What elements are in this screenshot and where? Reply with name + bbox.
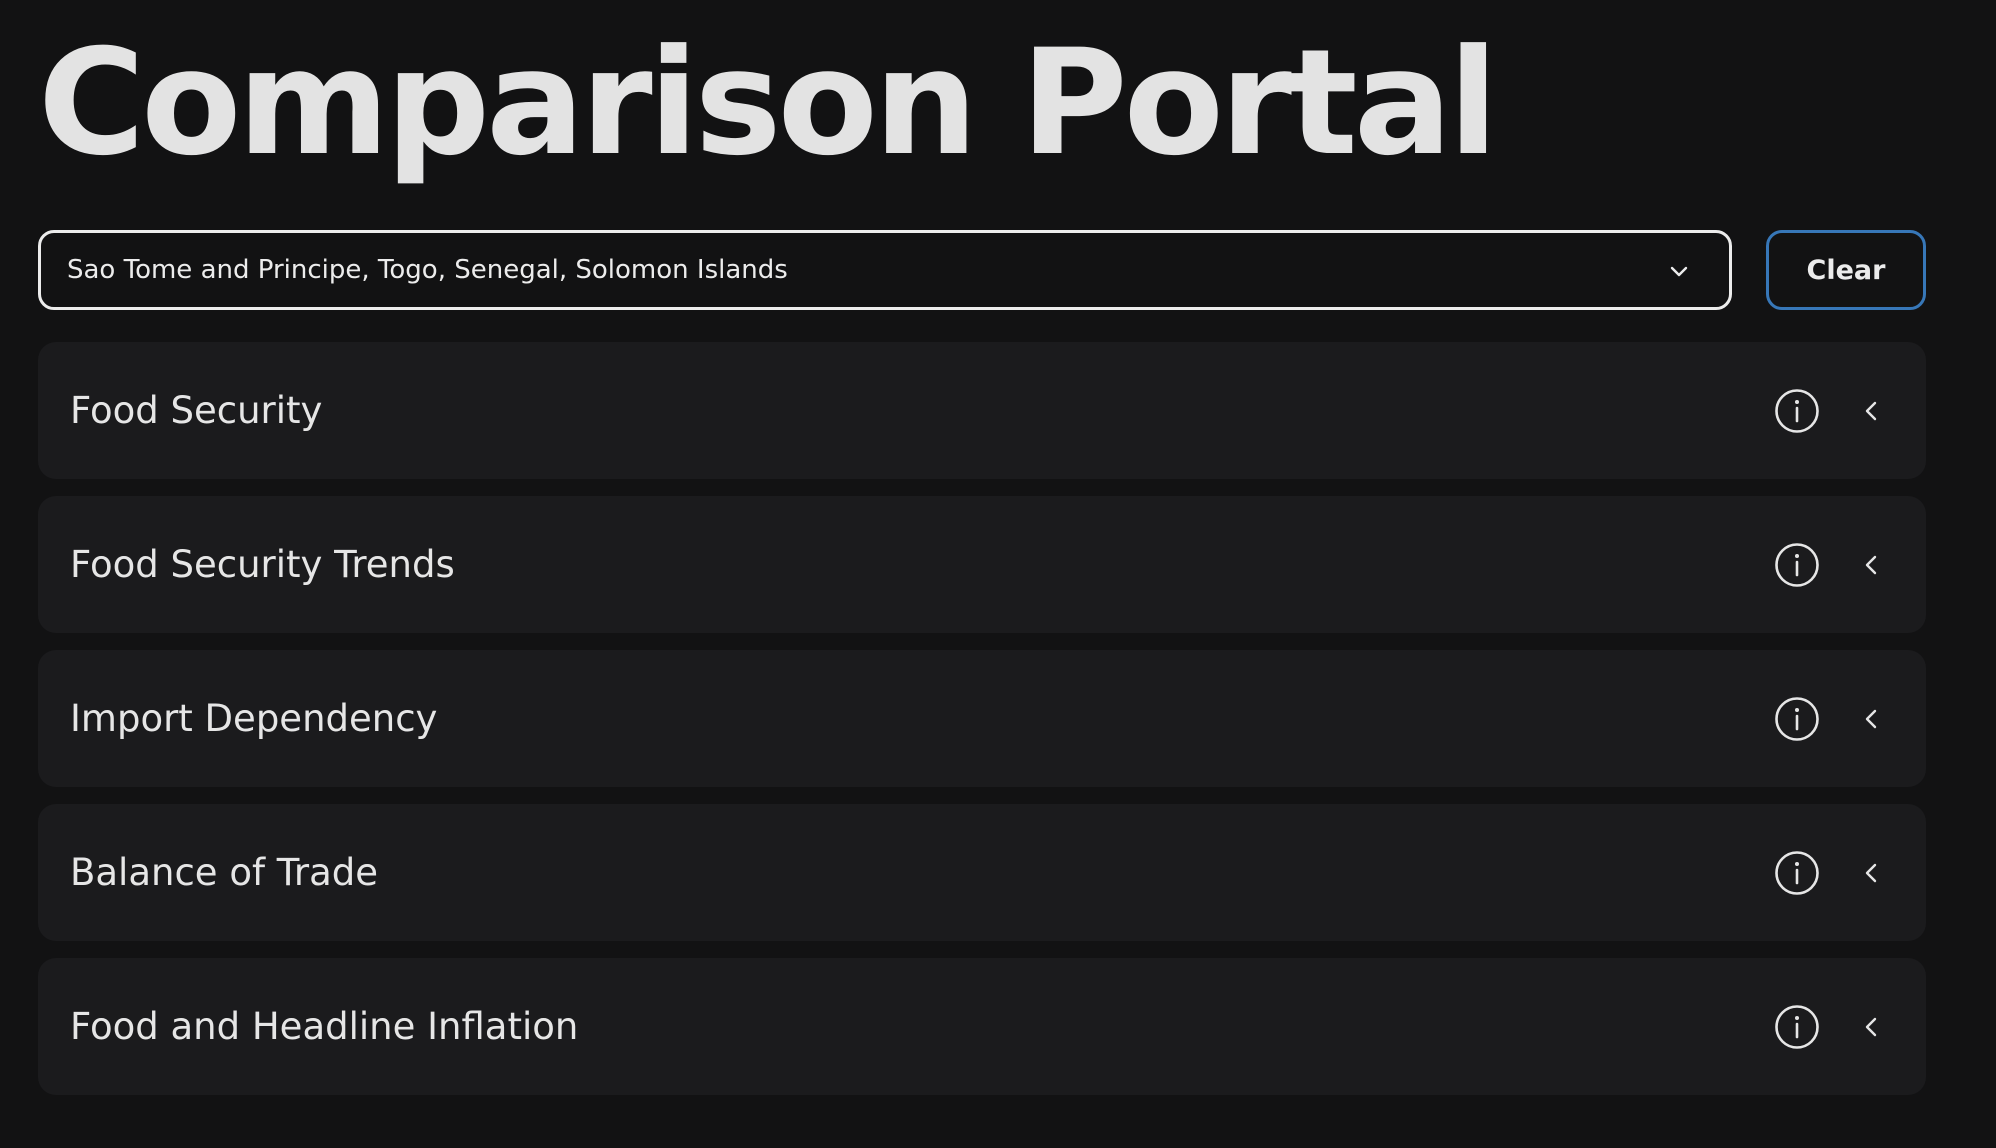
selected-countries-value: Sao Tome and Principe, Togo, Senegal, So… (67, 255, 788, 285)
chevron-left-icon[interactable] (1858, 398, 1884, 424)
accordion-item-label: Food Security (70, 389, 323, 432)
country-multiselect[interactable]: Sao Tome and Principe, Togo, Senegal, So… (38, 230, 1732, 310)
accordion-item-label: Food and Headline Inflation (70, 1005, 579, 1048)
accordion-item-food-security-trends[interactable]: Food Security Trends (38, 496, 1926, 633)
accordion-item-label: Import Dependency (70, 697, 438, 740)
info-icon[interactable] (1774, 850, 1820, 896)
chevron-down-icon[interactable] (1667, 259, 1691, 283)
accordion-item-balance-of-trade[interactable]: Balance of Trade (38, 804, 1926, 941)
accordion-item-food-security[interactable]: Food Security (38, 342, 1926, 479)
info-icon[interactable] (1774, 696, 1820, 742)
chevron-left-icon[interactable] (1858, 1014, 1884, 1040)
clear-button[interactable]: Clear (1766, 230, 1926, 310)
accordion-item-food-and-headline-inflation[interactable]: Food and Headline Inflation (38, 958, 1926, 1095)
accordion-item-label: Food Security Trends (70, 543, 455, 586)
chevron-left-icon[interactable] (1858, 552, 1884, 578)
accordion-item-label: Balance of Trade (70, 851, 379, 894)
page-title: Comparison Portal (38, 18, 1498, 188)
chevron-left-icon[interactable] (1858, 706, 1884, 732)
info-icon[interactable] (1774, 388, 1820, 434)
comparison-accordion: Food Security Food Security Trends Impor… (38, 342, 1926, 1112)
country-select-row: Sao Tome and Principe, Togo, Senegal, So… (38, 230, 1926, 310)
info-icon[interactable] (1774, 542, 1820, 588)
accordion-item-import-dependency[interactable]: Import Dependency (38, 650, 1926, 787)
info-icon[interactable] (1774, 1004, 1820, 1050)
chevron-left-icon[interactable] (1858, 860, 1884, 886)
